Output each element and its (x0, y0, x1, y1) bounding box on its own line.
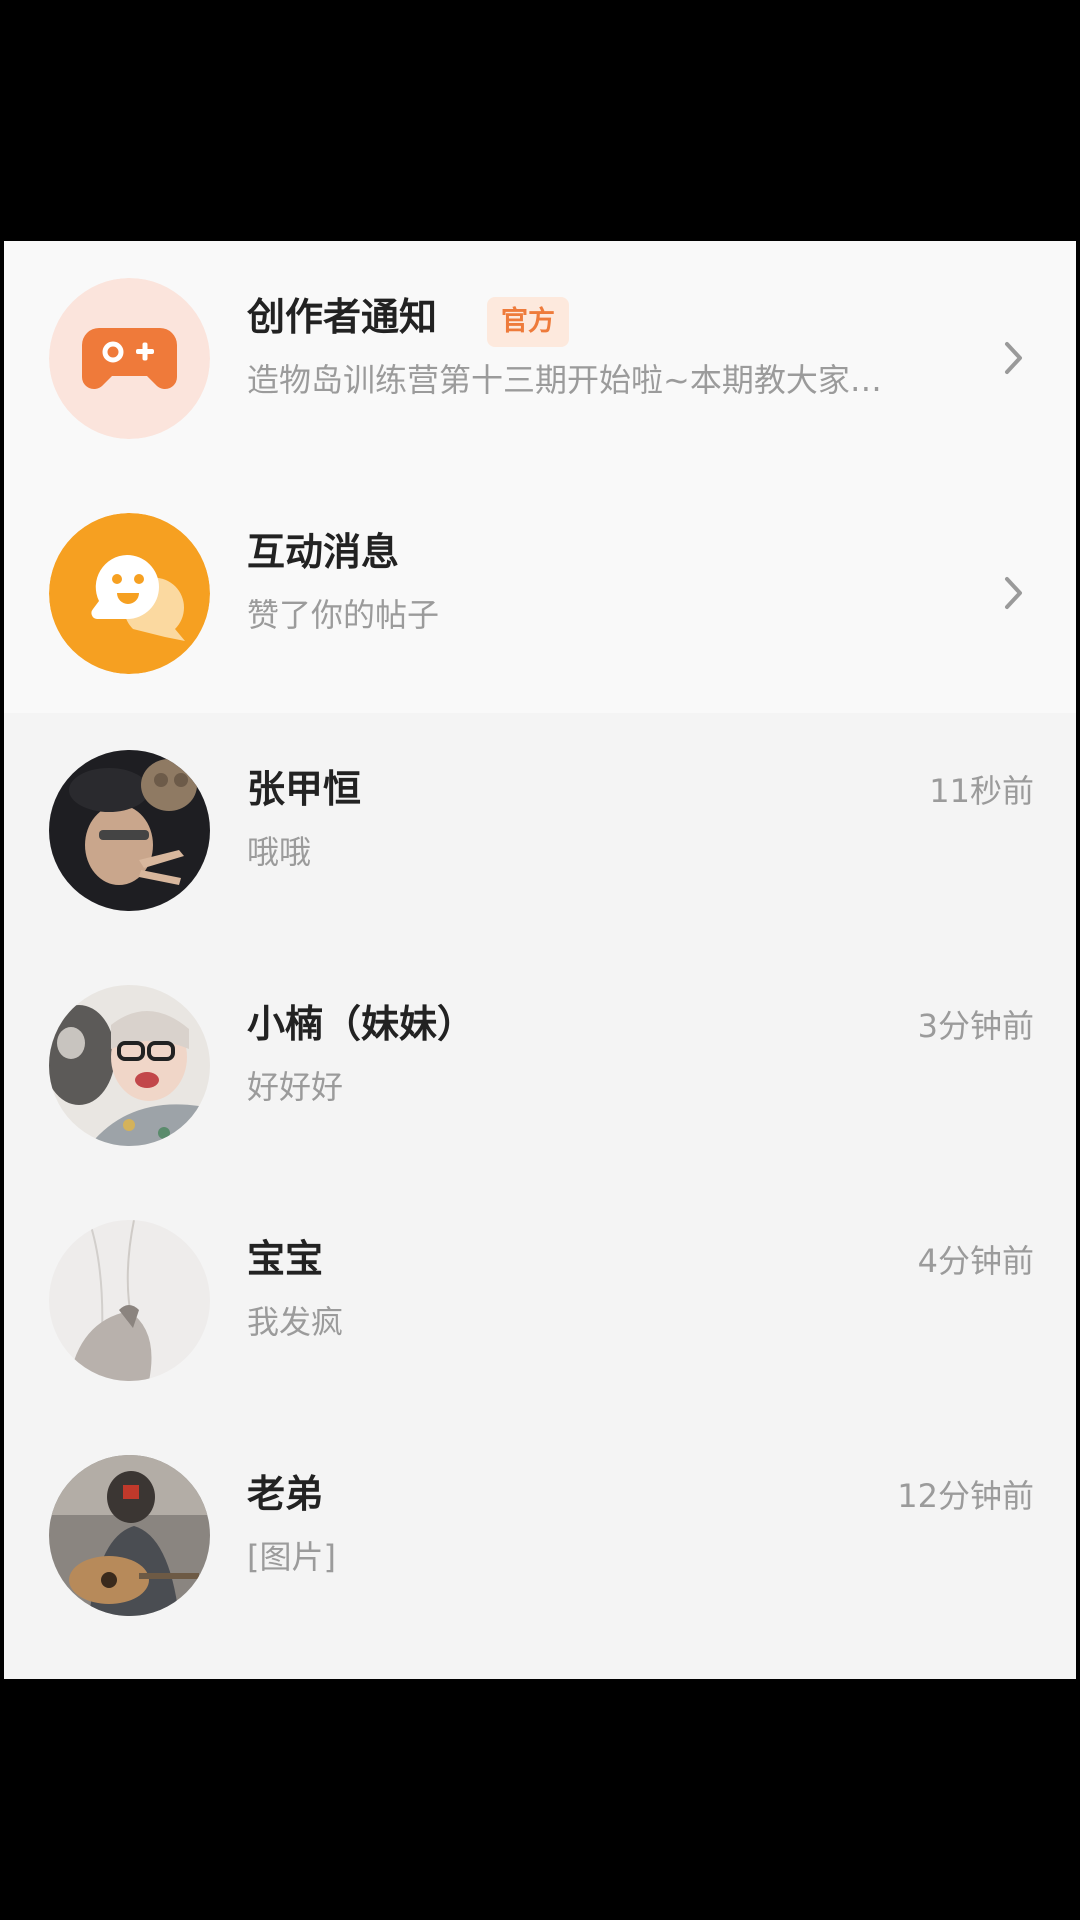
message-time: 11秒前 (929, 772, 1034, 810)
creator-notification-avatar (49, 278, 210, 439)
contact-name: 老弟 (247, 1472, 324, 1516)
message-preview: 哦哦 (247, 833, 312, 871)
interaction-messages-title: 互动消息 (247, 530, 400, 574)
avatar (49, 985, 210, 1146)
creator-notification-preview: 造物岛训练营第十三期开始啦~本期教大家… (247, 361, 882, 399)
official-badge: 官方 (487, 297, 569, 347)
gamepad-icon (49, 278, 210, 439)
message-preview: 好好好 (247, 1068, 344, 1106)
message-preview: 我发疯 (247, 1303, 344, 1341)
message-time: 12分钟前 (897, 1477, 1034, 1515)
chevron-right-icon (1005, 342, 1022, 374)
conversation-row[interactable]: 宝宝 4分钟前 我发疯 (4, 1183, 1076, 1418)
screen: 创作者通知 官方 造物岛训练营第十三期开始啦~本期教大家… 互动消息 赞了你的帖… (0, 0, 1080, 1920)
avatar (49, 1455, 210, 1616)
chevron-right-icon (1005, 577, 1022, 609)
interaction-messages-preview: 赞了你的帖子 (247, 596, 440, 634)
message-preview: [图片] (247, 1538, 336, 1576)
contact-name: 小楠（妹妹） (247, 1002, 476, 1046)
message-time: 4分钟前 (917, 1242, 1034, 1280)
creator-notification-row[interactable]: 创作者通知 官方 造物岛训练营第十三期开始啦~本期教大家… (4, 241, 1076, 476)
conversation-row[interactable]: 小楠（妹妹） 3分钟前 好好好 (4, 948, 1076, 1183)
conversation-row[interactable]: 张甲恒 11秒前 哦哦 (4, 713, 1076, 948)
avatar (49, 750, 210, 911)
avatar (49, 1220, 210, 1381)
interaction-messages-avatar (49, 513, 210, 674)
interaction-messages-row[interactable]: 互动消息 赞了你的帖子 (4, 476, 1076, 711)
creator-notification-title: 创作者通知 (247, 295, 438, 339)
chat-bubble-face-icon (49, 513, 210, 674)
message-time: 3分钟前 (917, 1007, 1034, 1045)
system-notifications: 创作者通知 官方 造物岛训练营第十三期开始啦~本期教大家… 互动消息 赞了你的帖… (4, 241, 1076, 713)
contact-name: 张甲恒 (247, 767, 362, 811)
conversation-row[interactable]: 老弟 12分钟前 [图片] (4, 1418, 1076, 1653)
contact-name: 宝宝 (247, 1237, 324, 1281)
message-list: 创作者通知 官方 造物岛训练营第十三期开始啦~本期教大家… 互动消息 赞了你的帖… (4, 241, 1076, 1679)
